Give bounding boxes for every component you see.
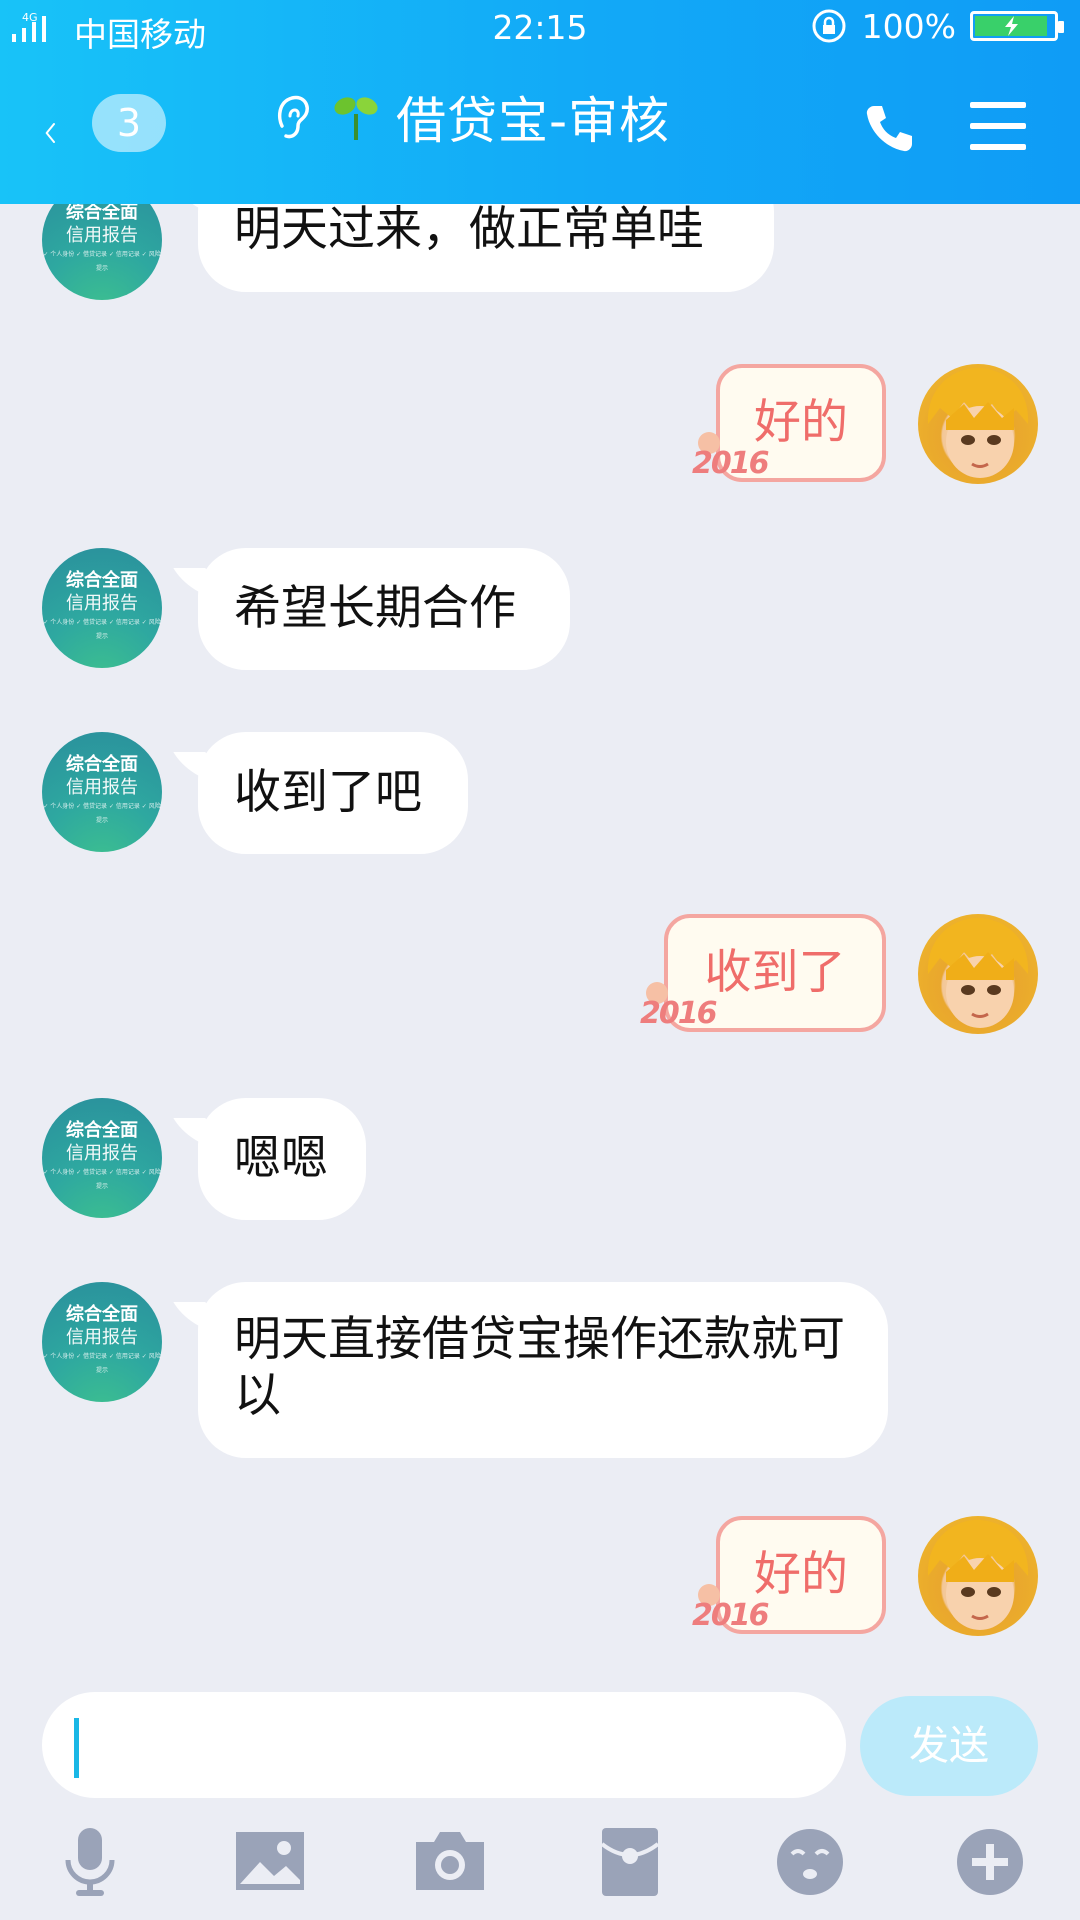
cartoon-face-icon [927, 917, 1029, 1028]
sticker-2016: 2016 [692, 1598, 769, 1633]
send-button[interactable]: 发送 [860, 1696, 1038, 1796]
user-avatar[interactable] [918, 364, 1038, 484]
unread-count-badge[interactable]: 3 [92, 94, 166, 152]
message-bubble[interactable]: 嗯嗯 [198, 1098, 366, 1220]
contact-avatar[interactable]: 综合全面 信用报告 ✓ 个人身份 ✓ 借贷记录 ✓ 信用记录 ✓ 风险提示 [42, 1282, 162, 1402]
rotation-lock-icon [812, 9, 846, 43]
input-toolbar [0, 1822, 1080, 1912]
message-bubble[interactable]: 明天过来，做正常单哇 [198, 204, 774, 292]
user-avatar[interactable] [918, 1516, 1038, 1636]
sprout-icon [334, 97, 378, 140]
message-bubble[interactable]: 收到了吧 [198, 732, 468, 854]
message-row: 综合全面 信用报告 ✓ 个人身份 ✓ 借贷记录 ✓ 信用记录 ✓ 风险提示 明天… [0, 1282, 1080, 1458]
message-row: 好的 2016 [0, 364, 1080, 524]
contact-avatar[interactable]: 综合全面 信用报告 ✓ 个人身份 ✓ 借贷记录 ✓ 信用记录 ✓ 风险提示 [42, 1098, 162, 1218]
ear-icon [277, 95, 309, 139]
cartoon-face-icon [927, 1519, 1029, 1630]
message-bubble[interactable]: 明天直接借贷宝操作还款就可以 [198, 1282, 888, 1458]
message-row: 收到了 2016 [0, 914, 1080, 1074]
message-row: 综合全面 信用报告 ✓ 个人身份 ✓ 借贷记录 ✓ 信用记录 ✓ 风险提示 收到… [0, 732, 1080, 856]
image-icon[interactable] [230, 1822, 310, 1902]
menu-icon[interactable] [970, 102, 1026, 165]
message-bubble[interactable]: 希望长期合作 [198, 548, 570, 670]
camera-icon[interactable] [410, 1822, 490, 1902]
user-avatar[interactable] [918, 914, 1038, 1034]
back-chevron-icon[interactable] [44, 98, 84, 168]
message-row: 综合全面 信用报告 ✓ 个人身份 ✓ 借贷记录 ✓ 信用记录 ✓ 风险提示 嗯嗯 [0, 1098, 1080, 1222]
chat-header: 4G 中国移动 22:15 100% 3 借贷宝-审核 [0, 0, 1080, 204]
emoji-icon[interactable] [770, 1822, 850, 1902]
microphone-icon[interactable] [50, 1822, 130, 1902]
text-caret [74, 1718, 79, 1778]
message-input[interactable] [42, 1692, 846, 1798]
sticker-2016: 2016 [692, 446, 769, 481]
battery-icon [970, 11, 1064, 41]
message-row: 好的 2016 [0, 1516, 1080, 1674]
chat-title: 借贷宝-审核 [396, 92, 671, 150]
message-row: 综合全面 信用报告 ✓ 个人身份 ✓ 借贷记录 ✓ 信用记录 ✓ 风险提示 希望… [0, 548, 1080, 672]
sticker-2016: 2016 [640, 996, 717, 1031]
contact-avatar[interactable]: 综合全面 信用报告 ✓ 个人身份 ✓ 借贷记录 ✓ 信用记录 ✓ 风险提示 [42, 548, 162, 668]
contact-avatar[interactable]: 综合全面 信用报告 ✓ 个人身份 ✓ 借贷记录 ✓ 信用记录 ✓ 风险提示 [42, 732, 162, 852]
battery-percent: 100% [861, 6, 956, 46]
message-list[interactable]: 综合全面 信用报告 ✓ 个人身份 ✓ 借贷记录 ✓ 信用记录 ✓ 风险提示 明天… [0, 204, 1080, 1674]
red-packet-icon[interactable] [590, 1822, 670, 1902]
plus-icon[interactable] [950, 1822, 1030, 1902]
cartoon-face-icon [927, 367, 1029, 478]
input-area: 发送 [0, 1674, 1080, 1920]
phone-call-icon[interactable] [862, 100, 918, 156]
message-row: 综合全面 信用报告 ✓ 个人身份 ✓ 借贷记录 ✓ 信用记录 ✓ 风险提示 明天… [0, 204, 1080, 304]
status-bar: 4G 中国移动 22:15 100% [0, 0, 1080, 54]
contact-avatar[interactable]: 综合全面 信用报告 ✓ 个人身份 ✓ 借贷记录 ✓ 信用记录 ✓ 风险提示 [42, 204, 162, 300]
